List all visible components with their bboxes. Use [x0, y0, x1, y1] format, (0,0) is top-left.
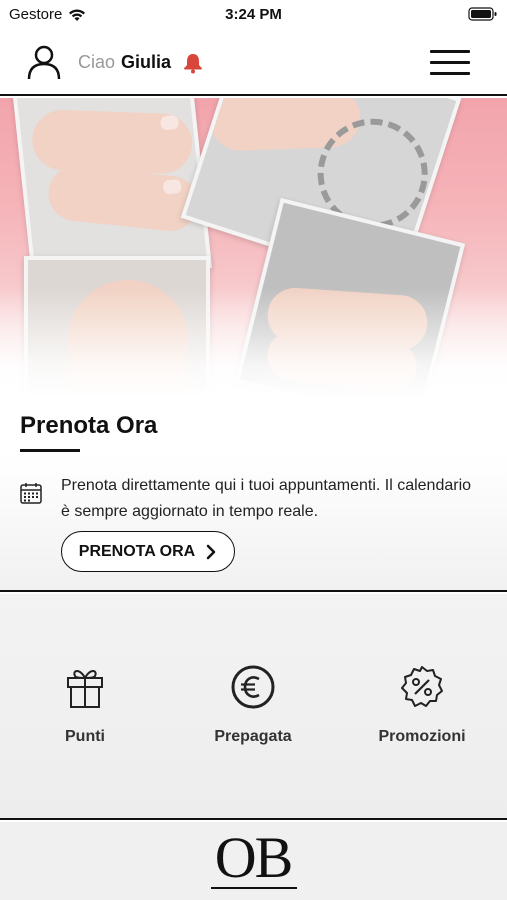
footer: OB: [0, 822, 507, 900]
feature-shortcuts: Punti Prepagata Promozioni: [0, 594, 507, 820]
book-now-button[interactable]: PRENOTA ORA: [61, 531, 235, 572]
book-now-label: PRENOTA ORA: [78, 542, 196, 560]
user-greeting: Ciao Giulia: [78, 52, 171, 73]
hero-image-collage: [0, 98, 507, 398]
notification-bell-icon[interactable]: [182, 52, 204, 74]
greeting-prefix: Ciao: [78, 52, 116, 72]
title-underline-divider: [20, 449, 80, 452]
menu-line-icon: [430, 61, 470, 64]
discount-badge-icon: [401, 666, 443, 707]
points-shortcut[interactable]: Punti: [10, 664, 160, 746]
user-name: Giulia: [121, 52, 172, 72]
logo-underline: [211, 887, 297, 889]
hamburger-menu-button[interactable]: [430, 48, 470, 78]
status-bar: Gestore 3:24 PM: [0, 0, 507, 30]
menu-line-icon: [430, 72, 470, 75]
chevron-right-icon: [206, 544, 216, 559]
promotions-label: Promozioni: [378, 728, 466, 745]
promotions-shortcut[interactable]: Promozioni: [347, 664, 497, 746]
euro-icon: [231, 665, 275, 709]
hero-fade-overlay: [0, 288, 507, 398]
points-label: Punti: [65, 728, 105, 745]
prepaid-shortcut[interactable]: Prepagata: [178, 664, 328, 746]
gift-icon: [67, 670, 103, 708]
booking-description: Prenota direttamente qui i tuoi appuntam…: [61, 477, 472, 520]
app-header: Ciao Giulia: [0, 30, 507, 96]
user-profile-icon[interactable]: [26, 44, 62, 80]
status-time: 3:24 PM: [225, 6, 282, 23]
menu-line-icon: [430, 50, 470, 53]
booking-section-title: Prenota Ora: [20, 412, 158, 439]
booking-section: Prenota direttamente qui i tuoi appuntam…: [0, 455, 507, 592]
prepaid-label: Prepagata: [214, 728, 292, 745]
battery-icon: [468, 7, 497, 21]
calendar-icon: [20, 483, 42, 504]
